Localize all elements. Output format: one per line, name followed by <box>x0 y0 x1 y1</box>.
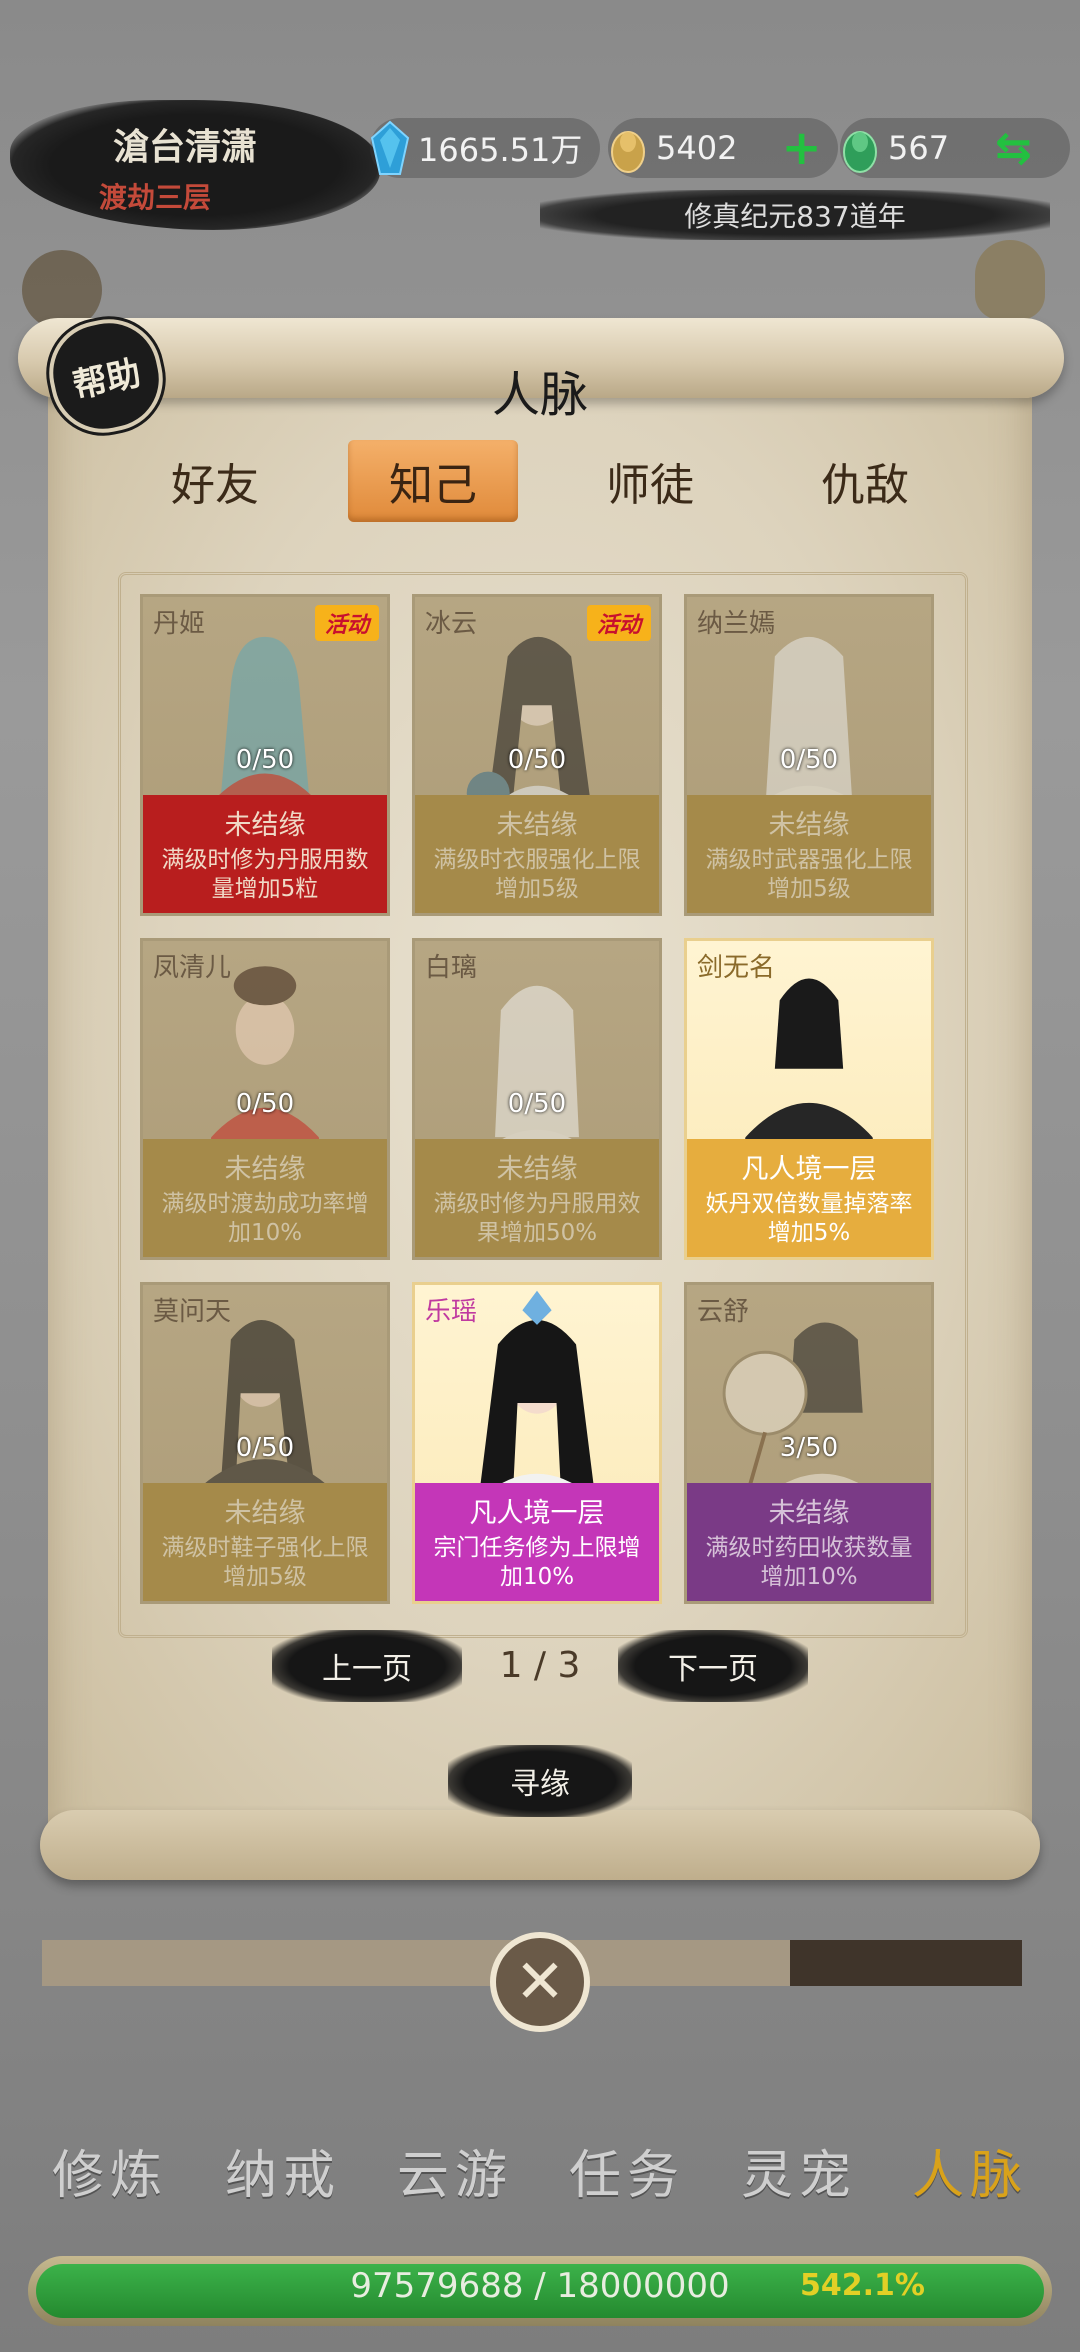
card-status: 未结缘 <box>768 1498 850 1529</box>
treasure-bag-icon[interactable] <box>975 240 1045 320</box>
event-badge: 活动 <box>586 605 651 641</box>
nav-travel[interactable]: 云游 <box>380 2130 530 2210</box>
card-name: 丹姬 <box>153 609 206 639</box>
tab-master-disciple[interactable]: 师徒 <box>565 440 735 522</box>
nav-label: 纳戒 <box>224 2145 341 2206</box>
gold-value: 5402 <box>656 129 738 167</box>
nav-label: 云游 <box>396 2145 513 2206</box>
card-nalanyan[interactable]: 纳兰嫣 0/50 未结缘 满级时武器强化上限增加5级 <box>684 594 934 916</box>
nav-relations[interactable]: 人脉 <box>895 2130 1045 2210</box>
background-bar <box>42 1940 792 1986</box>
card-baili[interactable]: 白璃 0/50 未结缘 满级时修为丹服用效果增加50% <box>412 938 662 1260</box>
card-progress: 0/50 <box>507 745 567 775</box>
card-info: 未结缘 满级时衣服强化上限增加5级 <box>415 795 659 913</box>
card-status: 未结缘 <box>224 810 306 841</box>
card-info: 未结缘 满级时修为丹服用数量增加5粒 <box>143 795 387 913</box>
card-name: 白璃 <box>425 953 478 983</box>
nav-label: 修炼 <box>51 2145 168 2206</box>
page-indicator: 1 / 3 <box>499 1645 581 1686</box>
nav-cultivation[interactable]: 修炼 <box>35 2130 185 2210</box>
card-status: 未结缘 <box>496 810 578 841</box>
card-progress: 0/50 <box>507 1089 567 1119</box>
nav-spirit-pets[interactable]: 灵宠 <box>724 2130 874 2210</box>
card-progress: 3/50 <box>779 1433 839 1463</box>
card-progress: 0/50 <box>779 745 839 775</box>
gold-counter: 5402 + <box>608 118 838 178</box>
card-info: 未结缘 满级时渡劫成功率增加10% <box>143 1139 387 1257</box>
card-jianwuming[interactable]: 剑无名 凡人境一层 妖丹双倍数量掉落率增加5% <box>684 938 934 1260</box>
jade-icon <box>843 131 877 173</box>
spirit-stone-counter: 1665.51万 <box>370 118 600 178</box>
tab-confidants[interactable]: 知己 <box>348 440 518 522</box>
card-leyao[interactable]: 乐瑶 凡人境一层 宗门任务修为上限增加10% <box>412 1282 662 1604</box>
card-info: 未结缘 满级时鞋子强化上限增加5级 <box>143 1483 387 1601</box>
card-danji[interactable]: 丹姬 活动 0/50 未结缘 满级时修为丹服用数量增加5粒 <box>140 594 390 916</box>
card-status: 未结缘 <box>224 1154 306 1185</box>
card-name: 纳兰嫣 <box>697 609 776 639</box>
card-mowentian[interactable]: 莫问天 0/50 未结缘 满级时鞋子强化上限增加5级 <box>140 1282 390 1604</box>
add-gold-button[interactable]: + <box>781 124 821 172</box>
player-rank: 渡劫三层 <box>98 181 211 214</box>
card-fengqinger[interactable]: 凤清儿 0/50 未结缘 满级时渡劫成功率增加10% <box>140 938 390 1260</box>
card-info: 未结缘 满级时修为丹服用效果增加50% <box>415 1139 659 1257</box>
era-banner: 修真纪元837道年 <box>540 190 1050 240</box>
jade-counter: 567 ⇆ <box>840 118 1070 178</box>
card-info: 未结缘 满级时武器强化上限增加5级 <box>687 795 931 913</box>
experience-percent: 542.1% <box>800 2268 925 2303</box>
spirit-stone-icon <box>370 120 410 175</box>
card-name: 凤清儿 <box>153 953 232 983</box>
jade-value: 567 <box>888 129 950 167</box>
card-info: 凡人境一层 宗门任务修为上限增加10% <box>415 1483 659 1601</box>
card-progress: 0/50 <box>235 1433 295 1463</box>
prev-page-button[interactable]: 上一页 <box>272 1630 462 1702</box>
card-status: 未结缘 <box>224 1498 306 1529</box>
card-progress: 0/50 <box>235 745 295 775</box>
card-progress: 0/50 <box>235 1089 295 1119</box>
close-button[interactable]: ✕ <box>490 1932 590 2032</box>
card-description: 满级时修为丹服用效果增加50% <box>433 1191 641 1246</box>
card-status: 凡人境一层 <box>469 1498 605 1529</box>
tab-enemies[interactable]: 仇敌 <box>780 440 950 522</box>
seek-fate-button[interactable]: 寻缘 <box>448 1745 632 1817</box>
card-status: 未结缘 <box>768 810 850 841</box>
spirit-stone-value: 1665.51万 <box>418 131 583 169</box>
panel-title: 人脉 <box>491 367 588 423</box>
card-bingyun[interactable]: 冰云 活动 0/50 未结缘 满级时衣服强化上限增加5级 <box>412 594 662 916</box>
card-description: 妖丹双倍数量掉落率增加5% <box>705 1191 913 1246</box>
tab-friends[interactable]: 好友 <box>130 440 300 522</box>
card-status: 未结缘 <box>496 1154 578 1185</box>
scroll-roller-bottom <box>40 1810 1040 1880</box>
nav-label: 任务 <box>568 2145 685 2206</box>
nav-label: 灵宠 <box>740 2145 857 2206</box>
card-description: 满级时鞋子强化上限增加5级 <box>161 1535 369 1590</box>
card-status: 凡人境一层 <box>741 1154 877 1185</box>
era-text: 修真纪元837道年 <box>684 200 906 233</box>
card-info: 未结缘 满级时药田收获数量增加10% <box>687 1483 931 1601</box>
card-name: 莫问天 <box>153 1297 232 1327</box>
event-badge: 活动 <box>314 605 379 641</box>
nav-label: 人脉 <box>911 2145 1028 2206</box>
card-name: 剑无名 <box>697 953 776 983</box>
background-bar-dark <box>790 1940 1022 1986</box>
exchange-icon[interactable]: ⇆ <box>995 123 1032 174</box>
next-page-button[interactable]: 下一页 <box>618 1630 808 1702</box>
nav-storage-ring[interactable]: 纳戒 <box>208 2130 358 2210</box>
player-name: 滄台清潇 <box>112 127 257 168</box>
card-description: 宗门任务修为上限增加10% <box>433 1535 641 1590</box>
close-icon: ✕ <box>514 1947 566 2017</box>
card-description: 满级时衣服强化上限增加5级 <box>433 847 641 902</box>
card-description: 满级时药田收获数量增加10% <box>705 1535 913 1590</box>
card-description: 满级时渡劫成功率增加10% <box>161 1191 369 1246</box>
card-name: 冰云 <box>425 609 478 639</box>
nav-quests[interactable]: 任务 <box>552 2130 702 2210</box>
card-description: 满级时修为丹服用数量增加5粒 <box>161 847 369 902</box>
gold-ingot-icon <box>611 131 645 173</box>
card-name: 乐瑶 <box>425 1297 478 1327</box>
card-yunshu[interactable]: 云舒 3/50 未结缘 满级时药田收获数量增加10% <box>684 1282 934 1604</box>
card-description: 满级时武器强化上限增加5级 <box>705 847 913 902</box>
card-info: 凡人境一层 妖丹双倍数量掉落率增加5% <box>687 1139 931 1257</box>
card-name: 云舒 <box>697 1297 750 1327</box>
